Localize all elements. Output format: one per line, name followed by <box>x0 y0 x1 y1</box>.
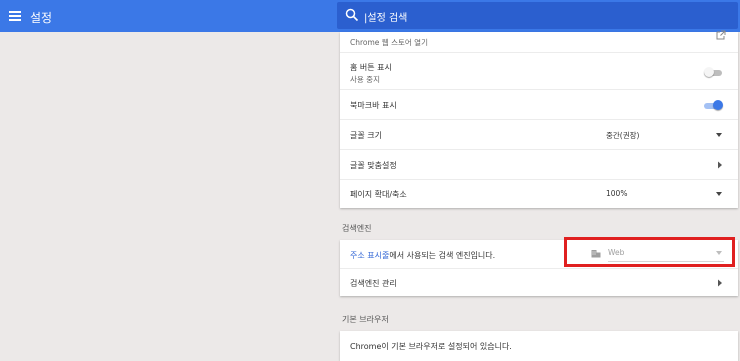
dropdown-arrow-icon <box>716 251 722 255</box>
home-button-row: 홈 버튼 표시 사용 중지 <box>340 53 738 90</box>
home-button-sub: 사용 중지 <box>350 75 380 84</box>
dropdown-arrow-icon <box>716 133 722 137</box>
font-size-value: 중간(권장) <box>606 131 640 140</box>
select-underline <box>608 261 724 262</box>
customize-fonts-row[interactable]: 글꼴 맞춤설정 <box>340 150 738 180</box>
font-size-label: 글꼴 크기 <box>350 131 382 140</box>
menu-icon[interactable] <box>9 11 21 21</box>
web-store-sub: Chrome 웹 스토어 열기 <box>350 38 428 47</box>
bookmarks-bar-toggle[interactable] <box>704 99 724 113</box>
search-input[interactable]: |설정 검색 <box>337 2 738 29</box>
manage-search-engines-row[interactable]: 검색엔진 관리 <box>340 269 738 296</box>
default-browser-section-title: 기본 브라우저 <box>342 315 389 324</box>
chevron-right-icon <box>718 161 722 169</box>
font-size-select[interactable]: 중간(권장) <box>606 128 724 142</box>
home-button-label: 홈 버튼 표시 <box>350 63 392 72</box>
dropdown-arrow-icon <box>716 192 722 196</box>
search-engine-desc-text: 에서 사용되는 검색 엔진입니다. <box>389 251 496 260</box>
default-browser-status: Chrome이 기본 브라우저로 설정되어 있습니다. <box>350 342 512 351</box>
search-engine-desc: 주소 표시줄에서 사용되는 검색 엔진입니다. <box>350 250 495 261</box>
search-icon <box>345 8 359 22</box>
top-bar: 설정 |설정 검색 <box>0 0 740 32</box>
search-engine-select[interactable]: Web <box>608 248 624 257</box>
search-input-value: |설정 검색 <box>364 13 408 24</box>
manage-search-engines-label: 검색엔진 관리 <box>350 279 397 288</box>
web-store-row[interactable]: Chrome 웹 스토어 열기 <box>340 30 738 53</box>
default-browser-row: Chrome이 기본 브라우저로 설정되어 있습니다. <box>340 331 738 361</box>
address-bar-link[interactable]: 주소 표시줄 <box>350 251 389 260</box>
highlight-box: Web <box>564 237 735 267</box>
page-title: 설정 <box>30 11 53 25</box>
bookmarks-bar-label: 북마크바 표시 <box>350 101 397 110</box>
page-zoom-select[interactable]: 100% <box>606 187 724 201</box>
default-browser-card: Chrome이 기본 브라우저로 설정되어 있습니다. <box>340 331 738 361</box>
chevron-right-icon <box>718 279 722 287</box>
home-button-toggle[interactable] <box>704 66 724 80</box>
search-engine-section-title: 검색엔진 <box>342 224 372 233</box>
font-size-row: 글꼴 크기 중간(권장) <box>340 120 738 150</box>
appearance-card: Chrome 웹 스토어 열기 홈 버튼 표시 사용 중지 북마크바 표시 글꼴… <box>340 30 738 208</box>
customize-fonts-label: 글꼴 맞춤설정 <box>350 161 397 170</box>
enterprise-policy-icon <box>591 250 601 258</box>
external-link-icon[interactable] <box>716 30 726 40</box>
page-zoom-row: 페이지 확대/축소 100% <box>340 180 738 208</box>
page-zoom-label: 페이지 확대/축소 <box>350 190 407 199</box>
page-zoom-value: 100% <box>606 189 628 198</box>
bookmarks-bar-row: 북마크바 표시 <box>340 90 738 120</box>
